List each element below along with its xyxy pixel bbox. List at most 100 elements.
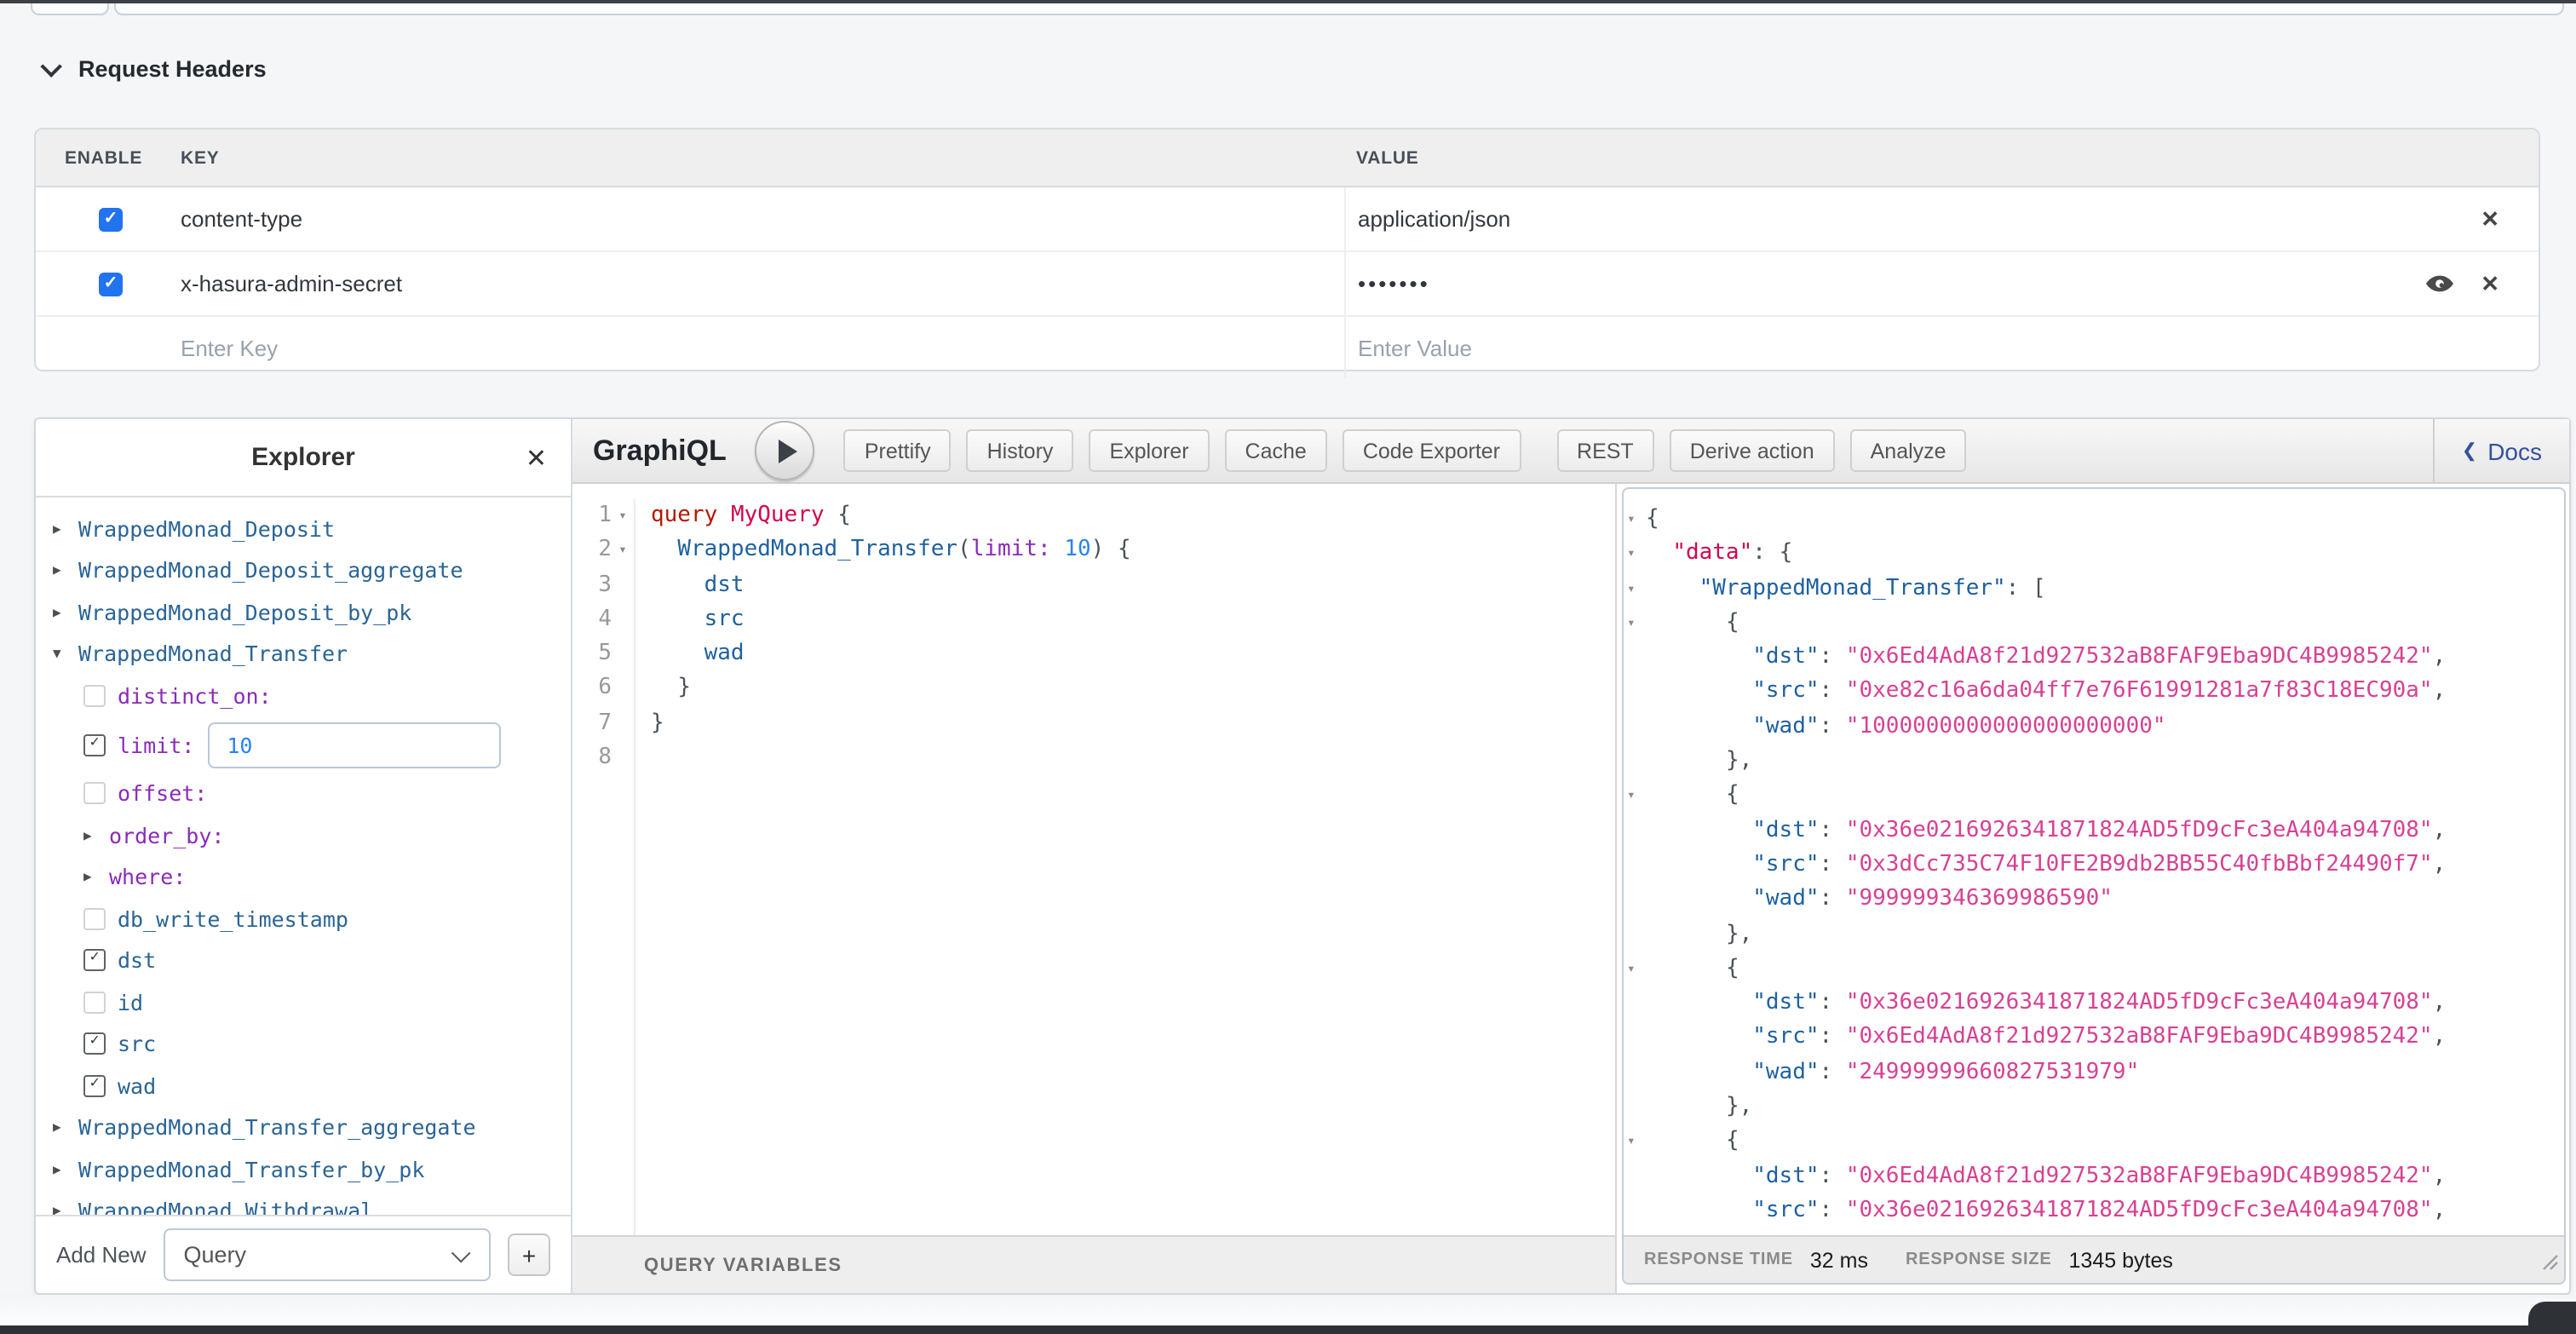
operation-type-select[interactable]: Query: [164, 1228, 492, 1281]
request-method-select-cutoff[interactable]: [31, 3, 109, 15]
fold-arrow-icon[interactable]: ▾: [1624, 503, 1646, 538]
chevron-left-icon: ❮: [2462, 440, 2477, 462]
expand-arrow-icon[interactable]: ▶: [53, 1162, 78, 1177]
query-editor[interactable]: 1▾2▾345678 query MyQuery { WrappedMonad_…: [572, 484, 1615, 1235]
expand-arrow-icon[interactable]: ▶: [53, 521, 78, 537]
toolbar-button-history[interactable]: History: [967, 429, 1074, 472]
editor-line[interactable]: wad: [651, 637, 1615, 672]
checkbox-unchecked-icon[interactable]: [83, 908, 106, 930]
toolbar-button-cache[interactable]: Cache: [1225, 429, 1327, 472]
limit-argument-input[interactable]: 10: [208, 722, 501, 768]
editor-line[interactable]: }: [651, 672, 1615, 707]
checkbox-unchecked-icon[interactable]: [83, 992, 106, 1014]
collapse-arrow-icon[interactable]: ▼: [53, 647, 78, 662]
editor-line[interactable]: src: [651, 603, 1615, 638]
add-operation-button[interactable]: +: [508, 1233, 550, 1276]
fold-arrow-icon[interactable]: ▾: [1624, 538, 1646, 572]
explorer-item-id[interactable]: id: [53, 981, 571, 1023]
toolbar-button-code-exporter[interactable]: Code Exporter: [1343, 429, 1521, 472]
column-enable: ENABLE: [36, 147, 181, 168]
add-new-label: Add New: [56, 1242, 147, 1268]
request-headers-toggle[interactable]: Request Headers: [46, 56, 267, 82]
explorer-item-wrappedmonad-deposit-aggregate[interactable]: ▶WrappedMonad_Deposit_aggregate: [53, 549, 571, 591]
response-line: },: [1624, 1090, 2564, 1125]
fold-gutter: [1624, 883, 1646, 918]
query-variables-bar[interactable]: QUERY VARIABLES: [572, 1235, 1615, 1293]
explorer-item-dst[interactable]: ✓dst: [53, 940, 571, 981]
explorer-item-limit[interactable]: ✓limit:10: [53, 716, 571, 773]
editor-line[interactable]: }: [651, 707, 1615, 742]
expand-arrow-icon[interactable]: ▶: [53, 563, 78, 578]
explorer-item-wrappedmonad-deposit[interactable]: ▶WrappedMonad_Deposit: [53, 508, 571, 549]
editor-line[interactable]: dst: [651, 568, 1615, 603]
checkbox-checked-icon[interactable]: ✓: [83, 950, 106, 972]
fold-arrow-icon[interactable]: ▾: [1624, 779, 1646, 814]
fold-arrow-icon[interactable]: ▾: [1624, 952, 1646, 987]
editor-line[interactable]: WrappedMonad_Transfer(limit: 10) {: [651, 534, 1615, 569]
explorer-item-label: WrappedMonad_Deposit_by_pk: [78, 600, 411, 625]
explorer-item-wrappedmonad-transfer[interactable]: ▼WrappedMonad_Transfer: [53, 633, 571, 675]
line-number: 5: [572, 637, 634, 672]
explorer-item-label: WrappedMonad_Transfer_by_pk: [78, 1157, 424, 1182]
resize-handle[interactable]: [2542, 1249, 2559, 1279]
toolbar-button-analyze[interactable]: Analyze: [1850, 429, 1967, 472]
checkbox-unchecked-icon[interactable]: [83, 783, 106, 805]
explorer-item-where[interactable]: ▶where:: [53, 856, 571, 898]
remove-header-icon[interactable]: ✕: [2481, 208, 2499, 230]
expand-arrow-icon[interactable]: ▶: [53, 1204, 78, 1216]
toolbar-button-explorer[interactable]: Explorer: [1089, 429, 1209, 472]
remove-header-icon[interactable]: ✕: [2481, 273, 2499, 295]
explorer-item-wrappedmonad-deposit-by-pk[interactable]: ▶WrappedMonad_Deposit_by_pk: [53, 591, 571, 633]
checkbox-unchecked-icon[interactable]: [83, 685, 106, 707]
explorer-item-label: order_by:: [109, 823, 224, 848]
fold-arrow-icon[interactable]: ▾: [1624, 607, 1646, 641]
response-time-label: RESPONSE TIME: [1644, 1251, 1793, 1269]
explorer-item-db-write-timestamp[interactable]: db_write_timestamp: [53, 898, 571, 940]
fold-gutter: [1624, 986, 1646, 1021]
toolbar-button-derive-action[interactable]: Derive action: [1670, 429, 1835, 472]
explorer-item-src[interactable]: ✓src: [53, 1023, 571, 1065]
reveal-secret-eye-icon[interactable]: [2426, 274, 2453, 293]
header-key-input[interactable]: content-type: [181, 187, 1344, 250]
expand-arrow-icon[interactable]: ▶: [53, 1120, 78, 1136]
header-key-input[interactable]: x-hasura-admin-secret: [181, 252, 1344, 315]
graphiql-panel: Explorer ✕ ▶WrappedMonad_Deposit▶Wrapped…: [34, 417, 2571, 1295]
explorer-item-offset[interactable]: offset:: [53, 773, 571, 814]
graphiql-panes: 1▾2▾345678 query MyQuery { WrappedMonad_…: [572, 484, 2569, 1293]
page-bottom-fade: [0, 1295, 2576, 1325]
expand-arrow-icon[interactable]: ▶: [53, 605, 78, 620]
explorer-footer: Add New Query +: [36, 1215, 571, 1293]
checkbox-checked-icon[interactable]: ✓: [83, 1033, 106, 1055]
explorer-item-wad[interactable]: ✓wad: [53, 1065, 571, 1107]
checkbox-checked-icon[interactable]: ✓: [83, 1075, 106, 1097]
fold-gutter: [1624, 1056, 1646, 1091]
toolbar-button-prettify[interactable]: Prettify: [844, 429, 952, 472]
endpoint-url-input-cutoff[interactable]: [114, 3, 2564, 15]
toolbar-button-rest[interactable]: REST: [1556, 429, 1654, 472]
editor-line[interactable]: [651, 741, 1615, 776]
new-header-value-input[interactable]: Enter Value: [1344, 317, 2539, 378]
explorer-item-label: id: [118, 990, 143, 1015]
editor-line[interactable]: query MyQuery {: [651, 499, 1615, 534]
checkbox-checked-icon[interactable]: ✓: [99, 207, 123, 231]
explorer-item-distinct-on[interactable]: distinct_on:: [53, 675, 571, 716]
response-footer: RESPONSE TIME 32 ms RESPONSE SIZE 1345 b…: [1624, 1235, 2564, 1283]
header-value-input-masked[interactable]: •••••••: [1358, 271, 1430, 296]
explorer-item-wrappedmonad-transfer-aggregate[interactable]: ▶WrappedMonad_Transfer_aggregate: [53, 1107, 571, 1148]
expand-arrow-icon[interactable]: ▶: [83, 870, 109, 885]
fold-arrow-icon[interactable]: ▾: [1624, 1125, 1646, 1160]
expand-arrow-icon[interactable]: ▶: [83, 828, 109, 843]
execute-query-button[interactable]: [756, 421, 815, 480]
checkbox-checked-icon[interactable]: ✓: [83, 733, 106, 756]
docs-link[interactable]: ❮ Docs: [2433, 419, 2569, 482]
explorer-item-order-by[interactable]: ▶order_by:: [53, 814, 571, 856]
header-value-input[interactable]: application/json: [1358, 206, 1510, 232]
new-header-key-input[interactable]: Enter Key: [181, 317, 1344, 378]
checkbox-checked-icon[interactable]: ✓: [99, 272, 123, 296]
fold-arrow-icon[interactable]: ▾: [1624, 572, 1646, 607]
editor-code[interactable]: query MyQuery { WrappedMonad_Transfer(li…: [635, 499, 1615, 1235]
explorer-item-wrappedmonad-withdrawal[interactable]: ▶WrappedMonad_Withdrawal: [53, 1190, 571, 1215]
graphiql-logo: GraphiQL: [593, 434, 727, 468]
close-explorer-icon[interactable]: ✕: [526, 442, 547, 473]
explorer-item-wrappedmonad-transfer-by-pk[interactable]: ▶WrappedMonad_Transfer_by_pk: [53, 1148, 571, 1190]
